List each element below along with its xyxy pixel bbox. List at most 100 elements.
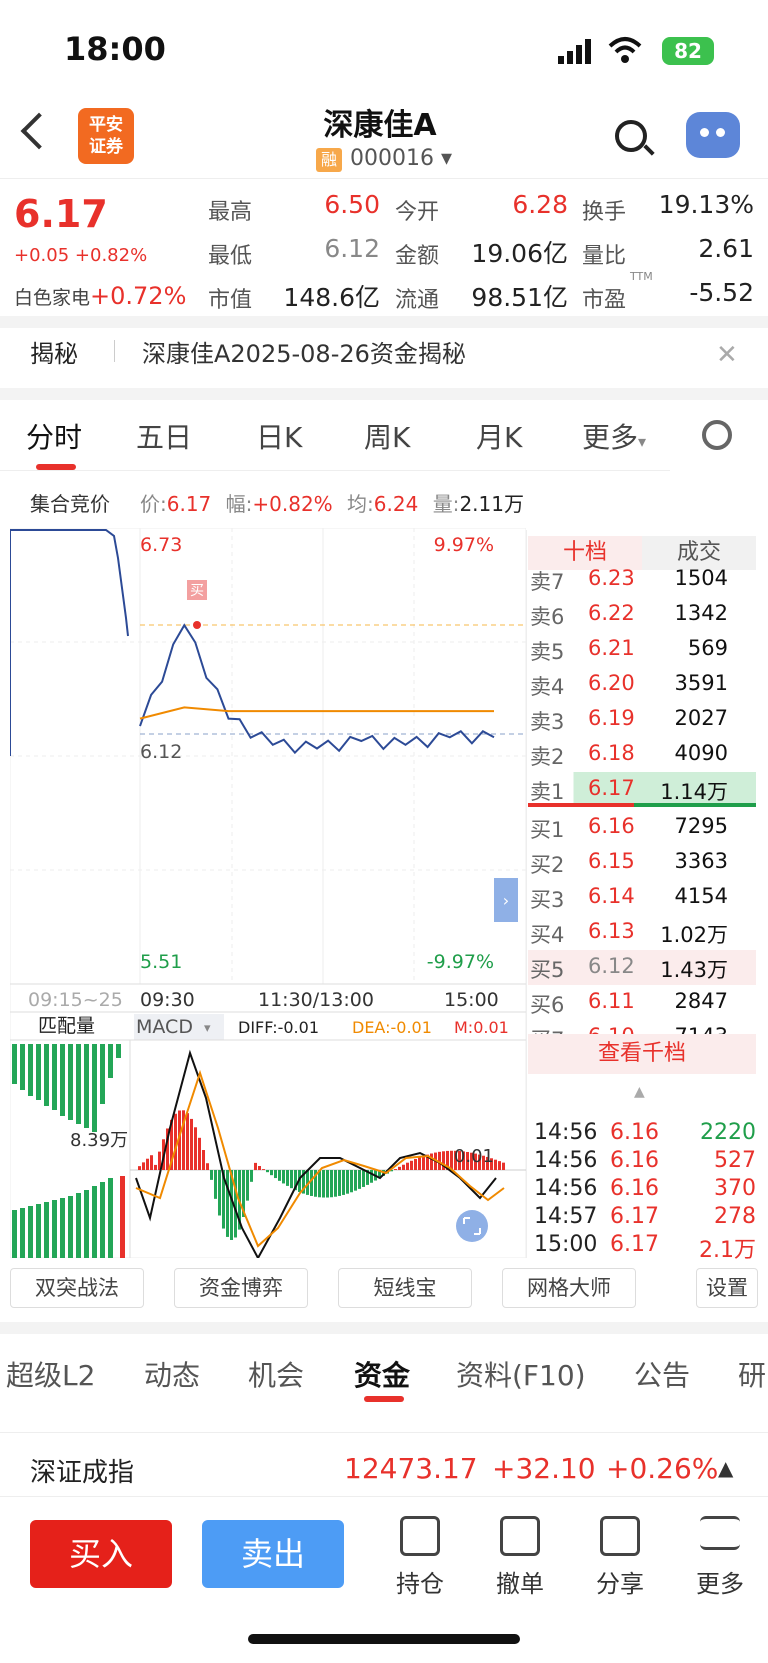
chevron-right-icon: ›	[503, 891, 509, 910]
tool-short-term[interactable]: 短线宝	[338, 1268, 472, 1308]
macd-bar	[262, 1169, 265, 1170]
gear-icon[interactable]	[702, 420, 732, 450]
macd-bar	[210, 1170, 213, 1180]
macd-bar	[258, 1166, 261, 1170]
index-change: +32.10	[492, 1452, 596, 1485]
intraday-chart[interactable]: 买 6.73 9.97% 6.12 5.51 -9.97% › 09:15~25…	[10, 528, 526, 1258]
time-midday: 11:30/13:00	[258, 989, 374, 1011]
more-label[interactable]: 更多	[680, 1564, 760, 1599]
macd-bar	[338, 1170, 341, 1196]
sector-change[interactable]: 白色家电+0.72%	[14, 282, 186, 310]
tab-super-l2[interactable]: 超级L2	[6, 1354, 95, 1394]
index-name[interactable]: 深证成指	[30, 1452, 134, 1489]
assistant-robot-icon[interactable]	[686, 112, 740, 158]
ask-row[interactable]: 卖1 6.17 1.14万	[528, 772, 756, 807]
caret-up-icon[interactable]: ▲	[718, 1456, 733, 1480]
bid-price: 6.16	[588, 814, 635, 838]
tab-daily-k[interactable]: 日K	[256, 416, 302, 456]
tool-fund-game[interactable]: 资金博弈	[174, 1268, 308, 1308]
cancel-order-icon[interactable]	[500, 1516, 540, 1556]
tab-announcements[interactable]: 公告	[634, 1354, 690, 1394]
tick-time: 14:56	[534, 1176, 598, 1201]
macd-bar	[418, 1157, 421, 1170]
ask-price: 6.21	[588, 636, 635, 660]
bid-price: 6.13	[588, 919, 635, 943]
tab-news[interactable]: 动态	[144, 1354, 200, 1394]
macd-level-label: 0.01	[454, 1146, 494, 1167]
cancel-order-label[interactable]: 撤单	[480, 1564, 560, 1599]
volume-level-label: 8.39万	[70, 1130, 128, 1151]
macd-bar	[410, 1160, 413, 1170]
macd-bar	[290, 1170, 293, 1189]
tab-opportunity[interactable]: 机会	[248, 1354, 304, 1394]
tab-intraday[interactable]: 分时	[26, 416, 82, 456]
ask-row[interactable]: 卖7 6.23 1504	[528, 562, 756, 597]
bid-row[interactable]: 买1 6.16 7295	[528, 810, 756, 845]
bid-row[interactable]: 买2 6.15 3363	[528, 845, 756, 880]
ask-level-label: 卖4	[530, 675, 565, 699]
more-menu-icon[interactable]	[700, 1516, 740, 1550]
ask-price: 6.18	[588, 741, 635, 765]
tick-time: 14:57	[534, 1204, 598, 1229]
tool-grid-master[interactable]: 网格大师	[502, 1268, 636, 1308]
ask-row[interactable]: 卖4 6.20 3591	[528, 667, 756, 702]
share-icon[interactable]	[600, 1516, 640, 1556]
tab-funds[interactable]: 资金	[354, 1354, 410, 1394]
holdings-label[interactable]: 持仓	[380, 1564, 460, 1599]
tab-research[interactable]: 研	[738, 1354, 766, 1394]
macd-bar	[326, 1170, 329, 1198]
macd-bar	[402, 1164, 405, 1170]
banner-text[interactable]: 深康佳A2025-08-26资金揭秘	[142, 334, 466, 369]
back-icon[interactable]	[20, 112, 58, 150]
holdings-icon[interactable]	[400, 1516, 440, 1556]
tick-price: 6.17	[610, 1232, 659, 1257]
ask-row[interactable]: 卖2 6.18 4090	[528, 737, 756, 772]
ask-level-label: 卖3	[530, 710, 565, 734]
last-price: 6.17	[14, 192, 108, 236]
low-label: 最低	[208, 244, 253, 269]
tool-double-breakout[interactable]: 双突战法	[10, 1268, 144, 1308]
macd-bar	[282, 1170, 285, 1184]
tick-volume: 527	[714, 1148, 756, 1173]
ask-volume: 1504	[674, 566, 728, 590]
tab-weekly-k[interactable]: 周K	[364, 416, 410, 456]
tool-settings[interactable]: 设置	[696, 1268, 758, 1308]
bid-row[interactable]: 买4 6.13 1.02万	[528, 915, 756, 950]
buy-button[interactable]: 买入	[30, 1520, 172, 1588]
macd-bar	[318, 1170, 321, 1198]
caret-up-icon: ▲	[634, 1084, 645, 1100]
ask-row[interactable]: 卖6 6.22 1342	[528, 597, 756, 632]
macd-bar	[502, 1162, 505, 1170]
sell-button[interactable]: 卖出	[202, 1520, 344, 1588]
ask-row[interactable]: 卖5 6.21 569	[528, 632, 756, 667]
macd-bar	[154, 1164, 157, 1170]
tab-more[interactable]: 更多▾	[582, 416, 646, 456]
buy-marker-text: 买	[190, 583, 204, 599]
view-1000-levels-button[interactable]: 查看千档	[528, 1034, 756, 1074]
market-cap-value: 148.6亿	[283, 283, 380, 312]
bid-row[interactable]: 买3 6.14 4154	[528, 880, 756, 915]
ask-row[interactable]: 卖3 6.19 2027	[528, 702, 756, 737]
ask-volume: 2027	[674, 706, 728, 730]
bid-row[interactable]: 买5 6.12 1.43万	[528, 950, 756, 985]
close-icon[interactable]: ✕	[716, 340, 738, 370]
bid-volume: 7295	[674, 814, 728, 838]
stock-title: 深康佳A	[323, 108, 437, 143]
tab-monthly-k[interactable]: 月K	[476, 416, 522, 456]
ask-price: 6.20	[588, 671, 635, 695]
tab-f10[interactable]: 资料(F10)	[456, 1354, 586, 1394]
bid-row[interactable]: 买6 6.11 2847	[528, 985, 756, 1020]
tab-five-day[interactable]: 五日	[136, 416, 192, 456]
open-label: 今开	[395, 200, 440, 225]
search-icon[interactable]	[615, 120, 647, 152]
wifi-icon	[608, 37, 642, 63]
ask-volume: 569	[687, 636, 728, 660]
price-change: +0.05 +0.82%	[14, 245, 148, 266]
macd-bar	[278, 1170, 281, 1181]
tick-time: 14:56	[534, 1148, 598, 1173]
bid-level-label: 买6	[530, 993, 565, 1017]
stock-code[interactable]: 000016 ▾	[350, 146, 452, 171]
share-label[interactable]: 分享	[580, 1564, 660, 1599]
m-value: M:0.01	[454, 1018, 509, 1037]
broker-logo: 平安 证券	[78, 108, 134, 164]
